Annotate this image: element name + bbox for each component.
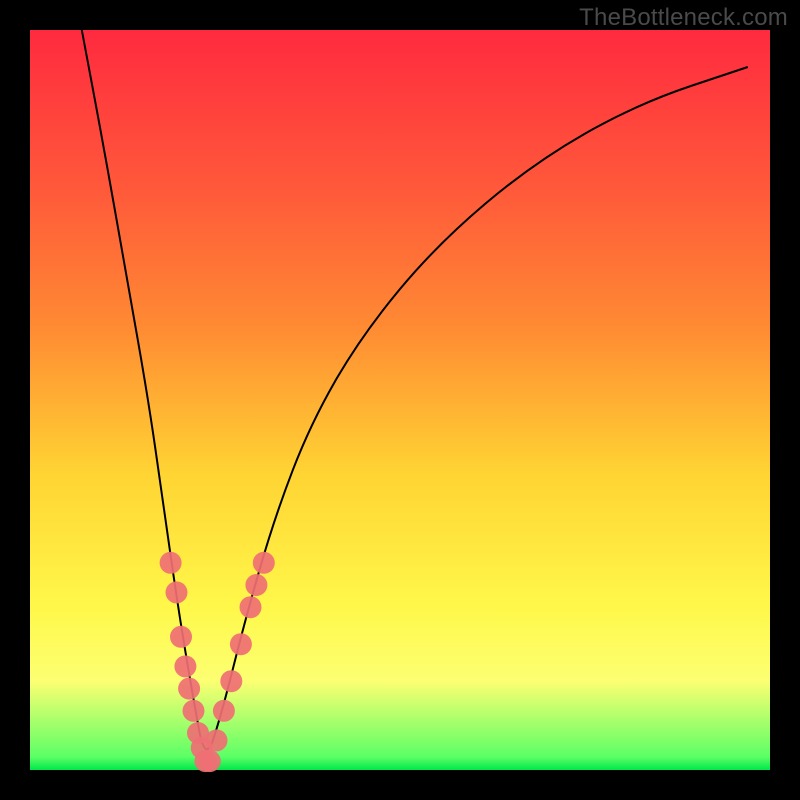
marker-dot (160, 552, 182, 574)
marker-dot (183, 700, 205, 722)
marker-dot (213, 700, 235, 722)
marker-dot (170, 626, 192, 648)
marker-dot (174, 655, 196, 677)
marker-dot (220, 670, 242, 692)
marker-dot (245, 574, 267, 596)
watermark-text: TheBottleneck.com (579, 4, 788, 32)
marker-dot (253, 552, 275, 574)
marker-dot (230, 633, 252, 655)
marker-dot (178, 678, 200, 700)
curve-svg (30, 30, 770, 770)
marker-dot (240, 596, 262, 618)
chart-frame: TheBottleneck.com (0, 0, 800, 800)
marker-dot (206, 729, 228, 751)
plot-area (30, 30, 770, 770)
marker-dot (199, 750, 221, 772)
marker-dot (166, 581, 188, 603)
right-arm-markers (199, 552, 275, 772)
